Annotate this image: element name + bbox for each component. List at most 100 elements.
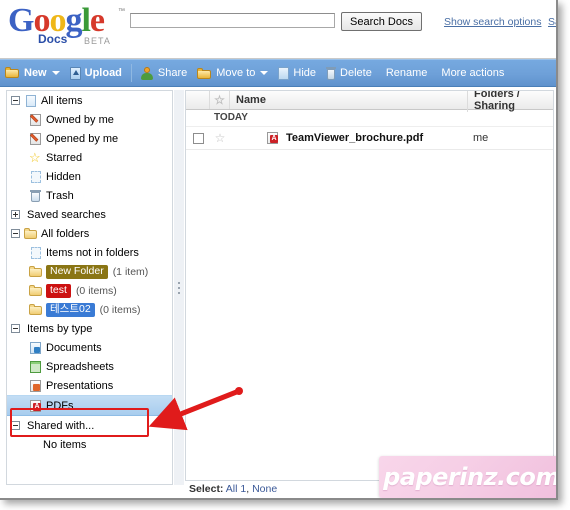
sharing-column-header[interactable]: Folders / Sharing [467,91,553,112]
panel-splitter[interactable] [174,90,184,485]
file-name-label[interactable]: TeamViewer_brochure.pdf [286,132,423,144]
row-sharing-cell: me [473,132,489,144]
sidebar-item-folder-test[interactable]: test (0 items) [7,281,172,300]
select-none-link[interactable]: None [252,483,277,495]
chevron-down-icon[interactable] [51,71,60,75]
delete-button-label: Delete [340,67,372,79]
sidebar-item-label: No items [43,438,87,451]
sidebar-item-label: Hidden [46,170,81,183]
sidebar-item-all-folders[interactable]: All folders [7,224,172,243]
sidebar-item-label: Spreadsheets [46,360,114,373]
sidebar-item-pdfs[interactable]: PDFs [7,395,172,416]
sidebar-item-saved-searches[interactable]: Saved searches [7,205,172,224]
google-docs-logo[interactable]: Google ™ Docs BETA [8,4,128,50]
select-all-column-header [186,91,210,109]
sidebar-item-presentations[interactable]: Presentations [7,376,172,395]
sidebar-item-label: Opened by me [46,132,119,145]
star-column-header[interactable]: ☆ [210,91,230,109]
sidebar-item-items-by-type[interactable]: Items by type [7,319,172,338]
save-search-link[interactable]: Sa [548,16,556,28]
move-to-button-label: Move to [216,67,256,79]
star-icon: ☆ [214,93,225,107]
list-column-headers: ☆ Name Folders / Sharing [186,91,553,112]
browser-content-frame: Google ™ Docs BETA Search Docs Show sear… [0,0,558,500]
documents-type-icon [29,341,43,355]
sidebar-item-opened-by-me[interactable]: Opened by me [7,129,172,148]
row-name-cell[interactable]: TeamViewer_brochure.pdf [230,131,467,145]
sidebar-shared-empty-message: No items [7,435,172,454]
more-actions-button-label: More actions [441,67,505,79]
rename-button[interactable]: Rename [377,60,433,86]
folder-tag-label: test [46,283,71,298]
select-all-link[interactable]: All 1 [226,483,246,495]
sidebar-item-all-items[interactable]: All items [7,91,172,110]
show-search-options-link[interactable]: Show search options [444,16,541,28]
sidebar-item-label: Items by type [27,322,93,335]
spreadsheet-icon [29,360,43,374]
nav-group-shared-with: Shared with... No items [7,416,172,454]
document-icon [29,246,43,260]
sidebar-item-starred[interactable]: ☆ Starred [7,148,172,167]
share-button-label: Share [157,67,188,79]
folder-icon [29,303,43,317]
folder-item-count: (1 item) [112,265,149,278]
chevron-down-icon[interactable] [260,71,269,75]
trash-icon [326,66,337,80]
logo-docs-label: Docs [38,32,68,46]
sidebar-item-label: Owned by me [46,113,114,126]
collapse-toggle-icon[interactable] [11,96,20,105]
row-checkbox[interactable] [192,132,204,144]
hide-icon [278,66,290,80]
nav-group-all-items: All items Owned by me Opened by me ☆ Sta… [7,91,172,205]
collapse-toggle-icon[interactable] [11,229,20,238]
share-button[interactable]: Share [136,60,192,86]
list-group-header-today: TODAY [186,110,553,127]
sidebar-item-trash[interactable]: Trash [7,186,172,205]
sidebar-item-label: PDFs [46,399,74,412]
splitter-grip-icon[interactable] [178,282,180,296]
sidebar-item-items-not-in-folders[interactable]: Items not in folders [7,243,172,262]
logo-beta-label: BETA [84,36,111,46]
move-to-button[interactable]: Move to [192,60,273,86]
sidebar-item-label: Shared with... [27,419,95,432]
select-label: Select: [189,483,224,495]
search-docs-button[interactable]: Search Docs [341,12,422,31]
star-icon[interactable]: ☆ [215,132,226,144]
upload-button[interactable]: Upload [65,60,127,86]
sidebar-item-documents[interactable]: Documents [7,338,172,357]
sidebar-item-folder-new-folder[interactable]: New Folder (1 item) [7,262,172,281]
expand-toggle-icon[interactable] [11,210,20,219]
sidebar-item-shared-with[interactable]: Shared with... [7,416,172,435]
sidebar-item-label: Items not in folders [46,246,139,259]
search-input[interactable] [130,13,335,28]
page-header: Google ™ Docs BETA Search Docs Show sear… [0,0,556,59]
row-star-cell[interactable]: ☆ [210,129,230,147]
pencil-doc-icon [29,132,43,146]
content-area: All items Owned by me Opened by me ☆ Sta… [0,88,556,498]
rename-button-label: Rename [385,67,428,79]
hide-button[interactable]: Hide [273,60,321,86]
document-icon [24,94,38,108]
sidebar-item-hidden[interactable]: Hidden [7,167,172,186]
new-folder-icon [5,67,20,79]
select-separator: , [246,483,250,495]
sidebar-item-label: All items [41,94,83,107]
new-button[interactable]: New [0,60,65,86]
pdf-icon [266,131,280,145]
collapse-toggle-icon[interactable] [11,421,20,430]
delete-button[interactable]: Delete [321,60,377,86]
move-folder-icon [197,67,212,79]
sidebar-item-spreadsheets[interactable]: Spreadsheets [7,357,172,376]
upload-button-label: Upload [84,67,122,79]
folder-icon [29,265,43,279]
folder-icon [24,227,38,241]
sidebar-item-folder-test02[interactable]: 테스트02 (0 items) [7,300,172,319]
star-icon: ☆ [29,149,41,165]
action-toolbar: New Upload Share Move to Hide Delete Ren… [0,59,556,87]
sidebar-item-owned-by-me[interactable]: Owned by me [7,110,172,129]
collapse-toggle-icon[interactable] [11,324,20,333]
table-row[interactable]: ☆ TeamViewer_brochure.pdf me [186,127,553,150]
row-select-cell[interactable] [186,129,210,147]
name-column-header[interactable]: Name [230,94,467,106]
more-actions-button[interactable]: More actions [432,60,509,86]
